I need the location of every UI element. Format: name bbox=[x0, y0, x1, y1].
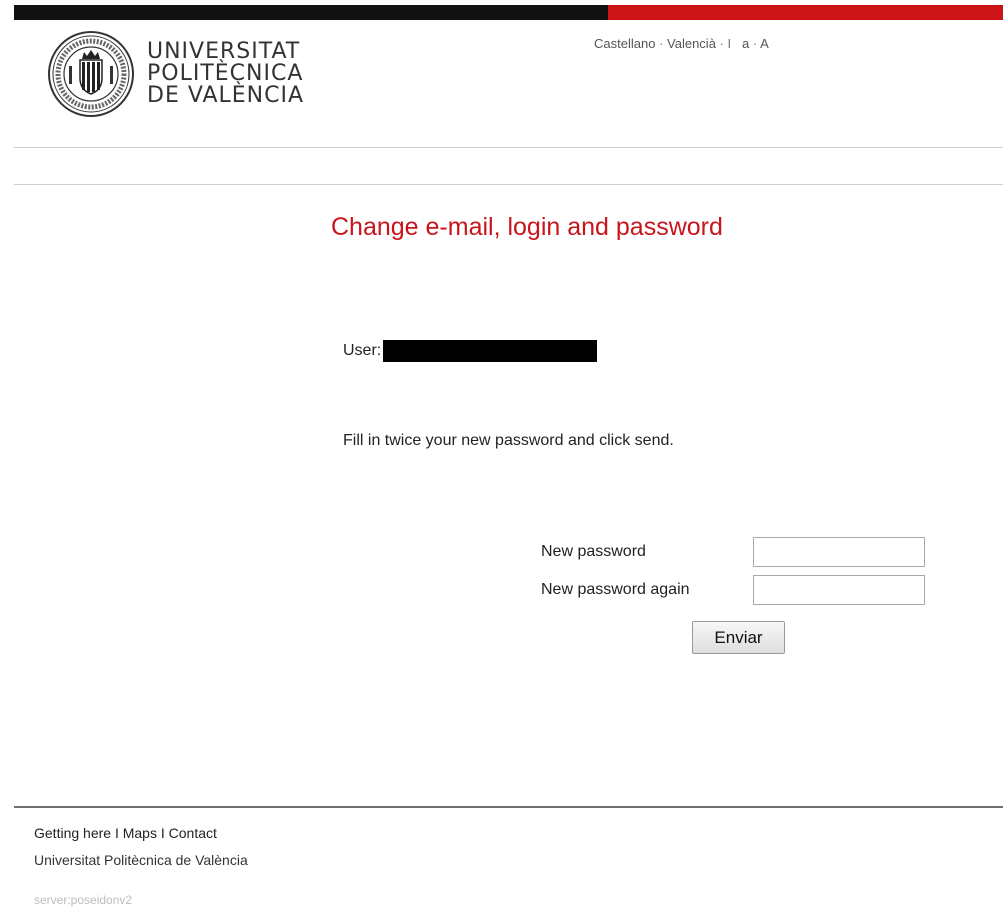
user-row: User: bbox=[343, 340, 598, 362]
footer-links: Getting here I Maps I Contact bbox=[34, 825, 217, 841]
language-castellano-link[interactable]: Castellano bbox=[594, 36, 655, 51]
text-size-small-button[interactable]: a bbox=[742, 36, 749, 51]
new-password-input[interactable] bbox=[753, 537, 925, 567]
password-form: New password New password again bbox=[541, 533, 925, 609]
new-password-label: New password bbox=[541, 543, 646, 560]
user-label: User: bbox=[343, 342, 382, 359]
separator-dot: · bbox=[752, 36, 761, 51]
page-title: Change e-mail, login and password bbox=[331, 213, 723, 241]
new-password-again-input[interactable] bbox=[753, 575, 925, 605]
new-password-row: New password bbox=[541, 533, 925, 571]
server-name: server:poseidonv2 bbox=[34, 893, 133, 907]
language-selector: Castellano · Valencià · I a · A bbox=[594, 36, 769, 51]
university-logo[interactable]: UNIVERSITAT POLITÈCNICA DE VALÈNCIA bbox=[47, 30, 304, 118]
text-size-separator: I bbox=[727, 36, 732, 51]
logo-line-1: UNIVERSITAT bbox=[147, 39, 301, 64]
separator-dot: · bbox=[659, 36, 668, 51]
separator-dot: · bbox=[719, 36, 728, 51]
footer-divider bbox=[14, 806, 1003, 808]
logo-line-3: DE VALÈNCIA bbox=[147, 83, 305, 108]
redacted-username bbox=[383, 340, 598, 362]
new-password-again-label: New password again bbox=[541, 581, 690, 598]
top-color-bar bbox=[14, 5, 1003, 20]
header-divider bbox=[14, 147, 1003, 148]
footer-organization: Universitat Politècnica de València bbox=[34, 852, 248, 868]
submit-wrapper: Enviar bbox=[692, 621, 785, 654]
footer-link-maps[interactable]: Maps bbox=[123, 825, 157, 841]
footer-link-separator: I bbox=[160, 825, 169, 841]
logo-line-2: POLITÈCNICA bbox=[147, 61, 304, 86]
university-name: UNIVERSITAT POLITÈCNICA DE VALÈNCIA bbox=[147, 41, 304, 107]
instructions-text: Fill in twice your new password and clic… bbox=[343, 432, 674, 449]
university-seal-icon bbox=[48, 31, 134, 117]
nav-divider bbox=[14, 184, 1003, 185]
language-valencia-link[interactable]: Valencià bbox=[667, 36, 716, 51]
top-bar-red-segment bbox=[608, 5, 1003, 20]
footer-link-contact[interactable]: Contact bbox=[169, 825, 217, 841]
text-size-large-button[interactable]: A bbox=[760, 36, 769, 51]
footer-link-separator: I bbox=[114, 825, 123, 841]
footer-link-getting-here[interactable]: Getting here bbox=[34, 825, 111, 841]
submit-button[interactable]: Enviar bbox=[692, 621, 785, 654]
new-password-again-row: New password again bbox=[541, 571, 925, 609]
top-bar-black-segment bbox=[14, 5, 608, 20]
